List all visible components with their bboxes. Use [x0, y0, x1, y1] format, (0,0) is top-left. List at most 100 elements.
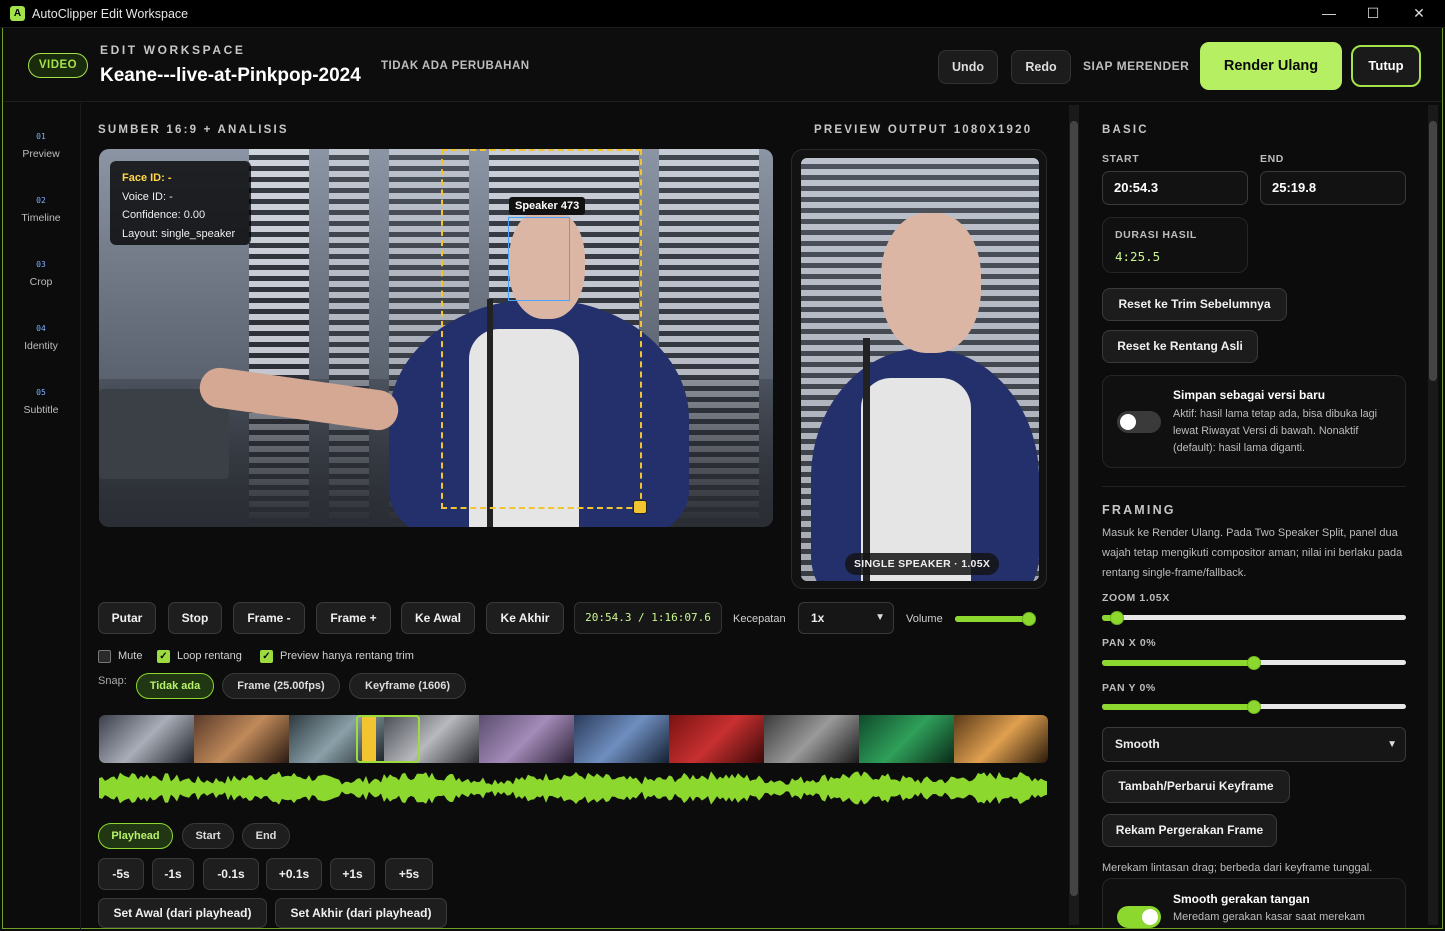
set-start-button[interactable]: Set Awal (dari playhead)	[98, 898, 267, 928]
end-label: END	[1260, 153, 1284, 165]
set-end-button[interactable]: Set Akhir (dari playhead)	[275, 898, 447, 928]
mute-checkbox[interactable]	[98, 650, 111, 663]
mic-stand	[863, 338, 870, 581]
pan-x-label: PAN X 0%	[1102, 637, 1157, 649]
render-ready-status: SIAP MERENDER	[1083, 59, 1190, 73]
snap-frame-option[interactable]: Frame (25.00fps)	[222, 673, 340, 699]
maximize-button[interactable]: ☐	[1350, 0, 1396, 28]
close-window-button[interactable]: ✕	[1396, 0, 1442, 28]
crop-frame[interactable]	[441, 149, 642, 509]
nav-item-timeline[interactable]: 02 Timeline	[3, 196, 79, 224]
go-to-start-button[interactable]: Ke Awal	[401, 602, 475, 634]
app-frame: VIDEO EDIT WORKSPACE Keane---live-at-Pin…	[2, 28, 1443, 929]
nav-item-subtitle[interactable]: 05 Subtitle	[3, 388, 79, 416]
pan-y-label: PAN Y 0%	[1102, 682, 1156, 694]
frame-forward-button[interactable]: Frame +	[316, 602, 391, 634]
main-scrollbar[interactable]	[1069, 105, 1079, 925]
thumbnail	[194, 715, 289, 763]
add-keyframe-button[interactable]: Tambah/Perbarui Keyframe	[1102, 770, 1290, 803]
volume-fill	[955, 616, 1030, 622]
volume-knob[interactable]	[1022, 612, 1037, 626]
project-title: Keane---live-at-Pinkpop-2024	[100, 65, 361, 86]
nudge-minus-1s-button[interactable]: -1s	[152, 858, 194, 890]
thumbnail	[99, 715, 194, 763]
easing-select[interactable]: Smooth ▼	[1102, 727, 1406, 762]
easing-value: Smooth	[1115, 737, 1160, 751]
smooth-hand-desc: Meredam gerakan kasar saat merekam	[1173, 911, 1365, 923]
start-label: START	[1102, 153, 1140, 165]
smooth-hand-toggle[interactable]	[1117, 906, 1161, 928]
trim-range-selection[interactable]	[356, 715, 420, 763]
record-motion-button[interactable]: Rekam Pergerakan Frame	[1102, 814, 1277, 847]
zoom-slider[interactable]	[1102, 611, 1406, 625]
thumbnail	[669, 715, 764, 763]
target-start-option[interactable]: Start	[182, 823, 234, 849]
reset-trim-button[interactable]: Reset ke Trim Sebelumnya	[1102, 288, 1287, 321]
settings-panel: BASIC START END 20:54.3 25:19.8 DURASI H…	[1087, 103, 1432, 928]
redo-button[interactable]: Redo	[1011, 50, 1071, 84]
framing-desc: Masuk ke Render Ulang. Pada Two Speaker …	[1102, 527, 1403, 579]
start-field[interactable]: 20:54.3	[1102, 171, 1248, 205]
loop-checkbox[interactable]: ✓	[157, 650, 170, 663]
snap-none-option[interactable]: Tidak ada	[136, 673, 214, 699]
volume-slider[interactable]	[955, 612, 1037, 626]
nav-number: 01	[36, 132, 46, 141]
nav-label: Preview	[22, 148, 60, 160]
minimize-button[interactable]: —	[1306, 0, 1352, 28]
main-scroll-thumb[interactable]	[1070, 121, 1078, 896]
undo-button[interactable]: Undo	[938, 50, 998, 84]
volume-label: Volume	[906, 613, 943, 625]
preview-trim-checkbox[interactable]: ✓	[260, 650, 273, 663]
nudge-minus-0-1s-button[interactable]: -0.1s	[203, 858, 259, 890]
close-workspace-button[interactable]: Tutup	[1351, 45, 1421, 87]
divider	[1102, 486, 1406, 487]
thumbnail	[954, 715, 1048, 763]
nudge-minus-5s-button[interactable]: -5s	[98, 858, 144, 890]
preview-image: SINGLE SPEAKER · 1.05X	[801, 158, 1039, 581]
duration-card: DURASI HASIL 4:25.5	[1102, 217, 1248, 273]
snap-label: Snap:	[98, 675, 127, 687]
waveform-path	[99, 771, 1047, 805]
source-video[interactable]: Face ID: - Voice ID: - Confidence: 0.00 …	[99, 149, 773, 527]
save-version-toggle[interactable]	[1117, 411, 1161, 433]
nudge-plus-0-1s-button[interactable]: +0.1s	[266, 858, 322, 890]
nav-number: 04	[36, 324, 46, 333]
save-version-desc: Aktif: hasil lama tetap ada, bisa dibuka…	[1173, 408, 1378, 454]
crop-resize-handle[interactable]	[633, 500, 647, 514]
panel-scrollbar[interactable]	[1428, 105, 1438, 925]
nudge-plus-1s-button[interactable]: +1s	[330, 858, 375, 890]
zoom-knob[interactable]	[1110, 611, 1125, 625]
stop-button[interactable]: Stop	[168, 602, 222, 634]
end-field[interactable]: 25:19.8	[1260, 171, 1406, 205]
render-button[interactable]: Render Ulang	[1200, 42, 1342, 90]
zoom-label: ZOOM 1.05X	[1102, 592, 1170, 604]
nav-label: Crop	[29, 276, 53, 288]
target-playhead-option[interactable]: Playhead	[98, 823, 173, 849]
target-end-option[interactable]: End	[242, 823, 290, 849]
nav-number: 02	[36, 196, 46, 205]
speed-select[interactable]: 1x ▼	[798, 602, 894, 634]
nav-item-identity[interactable]: 04 Identity	[3, 324, 79, 352]
nudge-plus-5s-button[interactable]: +5s	[385, 858, 433, 890]
timeline-filmstrip[interactable]	[99, 715, 1048, 763]
mute-label: Mute	[118, 650, 143, 662]
snap-keyframe-option[interactable]: Keyframe (1606)	[349, 673, 466, 699]
pan-x-slider[interactable]	[1102, 656, 1406, 670]
pan-y-knob[interactable]	[1247, 700, 1261, 714]
save-version-card: Simpan sebagai versi baru Aktif: hasil l…	[1102, 375, 1406, 468]
nav-number: 05	[36, 388, 46, 397]
play-button[interactable]: Putar	[98, 602, 156, 634]
audio-waveform[interactable]	[99, 771, 1048, 805]
reset-range-button[interactable]: Reset ke Rentang Asli	[1102, 330, 1258, 363]
pan-y-slider[interactable]	[1102, 700, 1406, 714]
section-nav: 01 Preview 02 Timeline 03 Crop 04 Identi…	[3, 103, 81, 929]
panel-scroll-thumb[interactable]	[1429, 121, 1437, 381]
frame-back-button[interactable]: Frame -	[233, 602, 305, 634]
workspace-header: VIDEO EDIT WORKSPACE Keane---live-at-Pin…	[3, 28, 1442, 102]
basic-title: BASIC	[1102, 124, 1149, 136]
pan-x-knob[interactable]	[1247, 656, 1261, 670]
nav-item-crop[interactable]: 03 Crop	[3, 260, 79, 288]
go-to-end-button[interactable]: Ke Akhir	[486, 602, 564, 634]
nav-item-preview[interactable]: 01 Preview	[3, 132, 79, 160]
nav-label: Identity	[24, 340, 58, 352]
